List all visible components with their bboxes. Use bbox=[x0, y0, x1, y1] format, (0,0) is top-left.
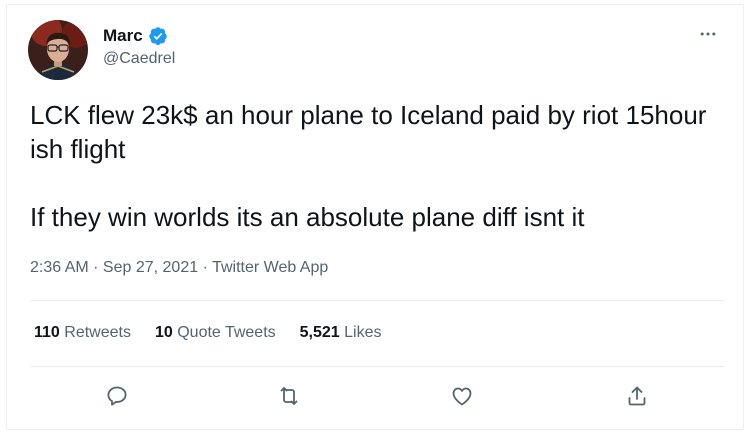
quote-tweets-count: 10 bbox=[154, 324, 173, 341]
retweet-icon[interactable] bbox=[273, 380, 305, 412]
tweet-meta: 2:36 AM · Sep 27, 2021 · Twitter Web App bbox=[30, 259, 328, 277]
tweet-time[interactable]: 2:36 AM bbox=[30, 259, 89, 276]
verified-badge-icon bbox=[148, 26, 168, 46]
divider bbox=[30, 300, 724, 301]
author-handle[interactable]: @Caedrel bbox=[103, 50, 175, 68]
tweet-date[interactable]: Sep 27, 2021 bbox=[103, 259, 198, 276]
more-horizontal-icon[interactable] bbox=[690, 22, 726, 46]
meta-separator: · bbox=[198, 259, 213, 276]
tweet-source[interactable]: Twitter Web App bbox=[212, 259, 328, 276]
divider bbox=[30, 366, 724, 367]
meta-separator: · bbox=[88, 259, 103, 276]
retweets-stat[interactable]: 110 Retweets bbox=[34, 324, 131, 342]
quote-tweets-stat[interactable]: 10 Quote Tweets bbox=[155, 324, 276, 342]
quote-tweets-label: Quote Tweets bbox=[177, 324, 276, 341]
tweet-text: LCK flew 23k$ an hour plane to Iceland p… bbox=[30, 98, 720, 234]
likes-count: 5,521 bbox=[299, 324, 340, 341]
share-icon[interactable] bbox=[621, 380, 653, 412]
reply-icon[interactable] bbox=[101, 380, 133, 412]
author-name-text[interactable]: Marc bbox=[103, 26, 143, 46]
likes-label: Likes bbox=[344, 324, 382, 341]
retweets-label: Retweets bbox=[64, 324, 131, 341]
tweet-actions bbox=[0, 380, 750, 416]
author-name[interactable]: Marc bbox=[103, 26, 168, 46]
tweet-text-line-1: LCK flew 23k$ an hour plane to Iceland p… bbox=[30, 100, 707, 164]
tweet-stats: 110 Retweets 10 Quote Tweets 5,521 Likes bbox=[34, 324, 382, 342]
like-icon[interactable] bbox=[446, 380, 478, 412]
avatar[interactable] bbox=[28, 20, 88, 80]
likes-stat[interactable]: 5,521 Likes bbox=[300, 324, 382, 342]
retweets-count: 110 bbox=[34, 324, 60, 341]
tweet-text-line-2: If they win worlds its an absolute plane… bbox=[30, 202, 585, 232]
